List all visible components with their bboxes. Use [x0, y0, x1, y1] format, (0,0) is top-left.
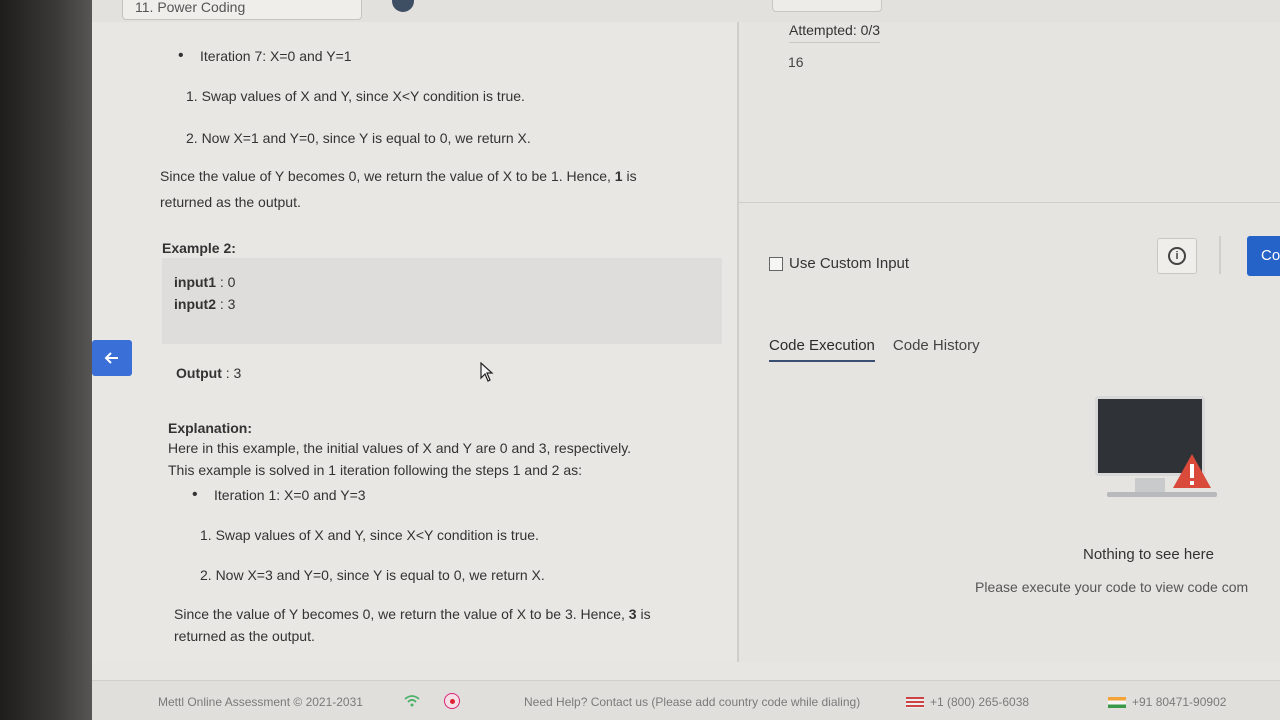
attempted-counter: Attempted: 0/3 [789, 22, 881, 43]
ex1-conclusion-line1: Since the value of Y becomes 0, we retur… [160, 168, 637, 184]
tab-code-execution[interactable]: Code Execution [769, 337, 875, 362]
in-phone-row: +91 80471-90902 [1108, 695, 1226, 709]
ex1-step1: 1. Swap values of X and Y, since X<Y con… [186, 88, 525, 104]
explanation-title: Explanation: [168, 420, 253, 436]
explanation-line1: Here in this example, the initial values… [168, 440, 632, 456]
empty-state-message: Please execute your code to view code co… [975, 579, 1249, 595]
us-phone-row: +1 (800) 265-6038 [906, 695, 1029, 709]
example2-input-box: input1 : 0 input2 : 3 [162, 258, 722, 344]
ex1-iteration: Iteration 7: X=0 and Y=1 [178, 47, 351, 65]
input2-row: input2 : 3 [174, 296, 235, 312]
input1-row: input1 : 0 [174, 274, 235, 290]
toolbar-separator [1219, 236, 1221, 274]
custom-input-checkbox[interactable] [769, 256, 783, 271]
input2-label: input2 [174, 296, 216, 312]
problem-title-tab[interactable]: 11. Power Coding [122, 0, 362, 20]
output-value: : 3 [225, 365, 242, 381]
output-row: Output : 3 [176, 365, 241, 381]
ex1-step2: 2. Now X=1 and Y=0, since Y is equal to … [186, 130, 531, 146]
input2-value: : 3 [219, 296, 236, 312]
output-tabs: Code Execution Code History [769, 337, 980, 362]
example2-title: Example 2: [162, 240, 236, 256]
footer: Mettl Online Assessment © 2021-2031 Need… [92, 680, 1280, 720]
monitor-base [1107, 492, 1217, 497]
in-phone: +91 80471-90902 [1132, 695, 1227, 709]
us-phone: +1 (800) 265-6038 [930, 695, 1030, 709]
compile-button[interactable]: Co [1247, 236, 1280, 276]
india-flag-icon [1108, 697, 1126, 709]
info-button[interactable]: i [1157, 238, 1197, 274]
ex2-conclusion-line1: Since the value of Y becomes 0, we retur… [174, 606, 651, 622]
empty-state-title: Nothing to see here [1083, 546, 1214, 563]
info-icon: i [1168, 247, 1186, 265]
mouse-cursor-icon [480, 362, 494, 382]
problem-pane: Iteration 7: X=0 and Y=1 1. Swap values … [92, 22, 737, 662]
assessment-screen: 11. Power Coding Iteration 7: X=0 and Y=… [92, 0, 1280, 720]
input1-value: : 0 [219, 274, 236, 290]
us-flag-icon [906, 697, 924, 709]
custom-input-label: Use Custom Input [789, 255, 910, 272]
copyright: Mettl Online Assessment © 2021-2031 [158, 695, 363, 709]
ex1-conclusion-value: 1 [614, 168, 623, 184]
ex2-iteration: Iteration 1: X=0 and Y=3 [192, 486, 365, 504]
output-label: Output [176, 365, 222, 381]
ex2-conclusion-value: 3 [628, 606, 637, 622]
editor-border [739, 202, 1280, 203]
top-bar: 11. Power Coding [92, 0, 1280, 22]
explanation-line2: This example is solved in 1 iteration fo… [168, 462, 583, 478]
custom-input-toggle[interactable]: Use Custom Input [769, 255, 909, 272]
ex1-conclusion-post: is [622, 168, 637, 184]
top-tab[interactable] [772, 0, 882, 12]
help-text[interactable]: Need Help? Contact us (Please add countr… [524, 695, 860, 709]
problem-title: 11. Power Coding [135, 0, 246, 15]
menu-icon[interactable] [392, 0, 414, 12]
arrow-left-icon [104, 352, 118, 364]
ex1-conclusion-line2: returned as the output. [160, 194, 301, 210]
back-button[interactable] [92, 340, 132, 376]
recording-icon [444, 693, 460, 709]
tab-code-history[interactable]: Code History [893, 337, 980, 362]
ex1-conclusion-pre: Since the value of Y becomes 0, we retur… [160, 168, 615, 184]
ex2-conclusion-pre: Since the value of Y becomes 0, we retur… [174, 606, 629, 622]
warning-icon [1173, 454, 1211, 488]
ex2-step1: 1. Swap values of X and Y, since X<Y con… [200, 527, 539, 543]
ex2-conclusion-post: is [636, 606, 651, 622]
wifi-icon [404, 695, 420, 707]
input1-label: input1 [174, 274, 216, 290]
ex2-step2: 2. Now X=3 and Y=0, since Y is equal to … [200, 567, 545, 583]
editor-pane: Attempted: 0/3 16 Use Custom Input i Co … [739, 22, 1280, 662]
screen-bezel [0, 0, 92, 720]
ex2-conclusion-line2: returned as the output. [174, 628, 315, 644]
line-number: 16 [788, 54, 804, 70]
